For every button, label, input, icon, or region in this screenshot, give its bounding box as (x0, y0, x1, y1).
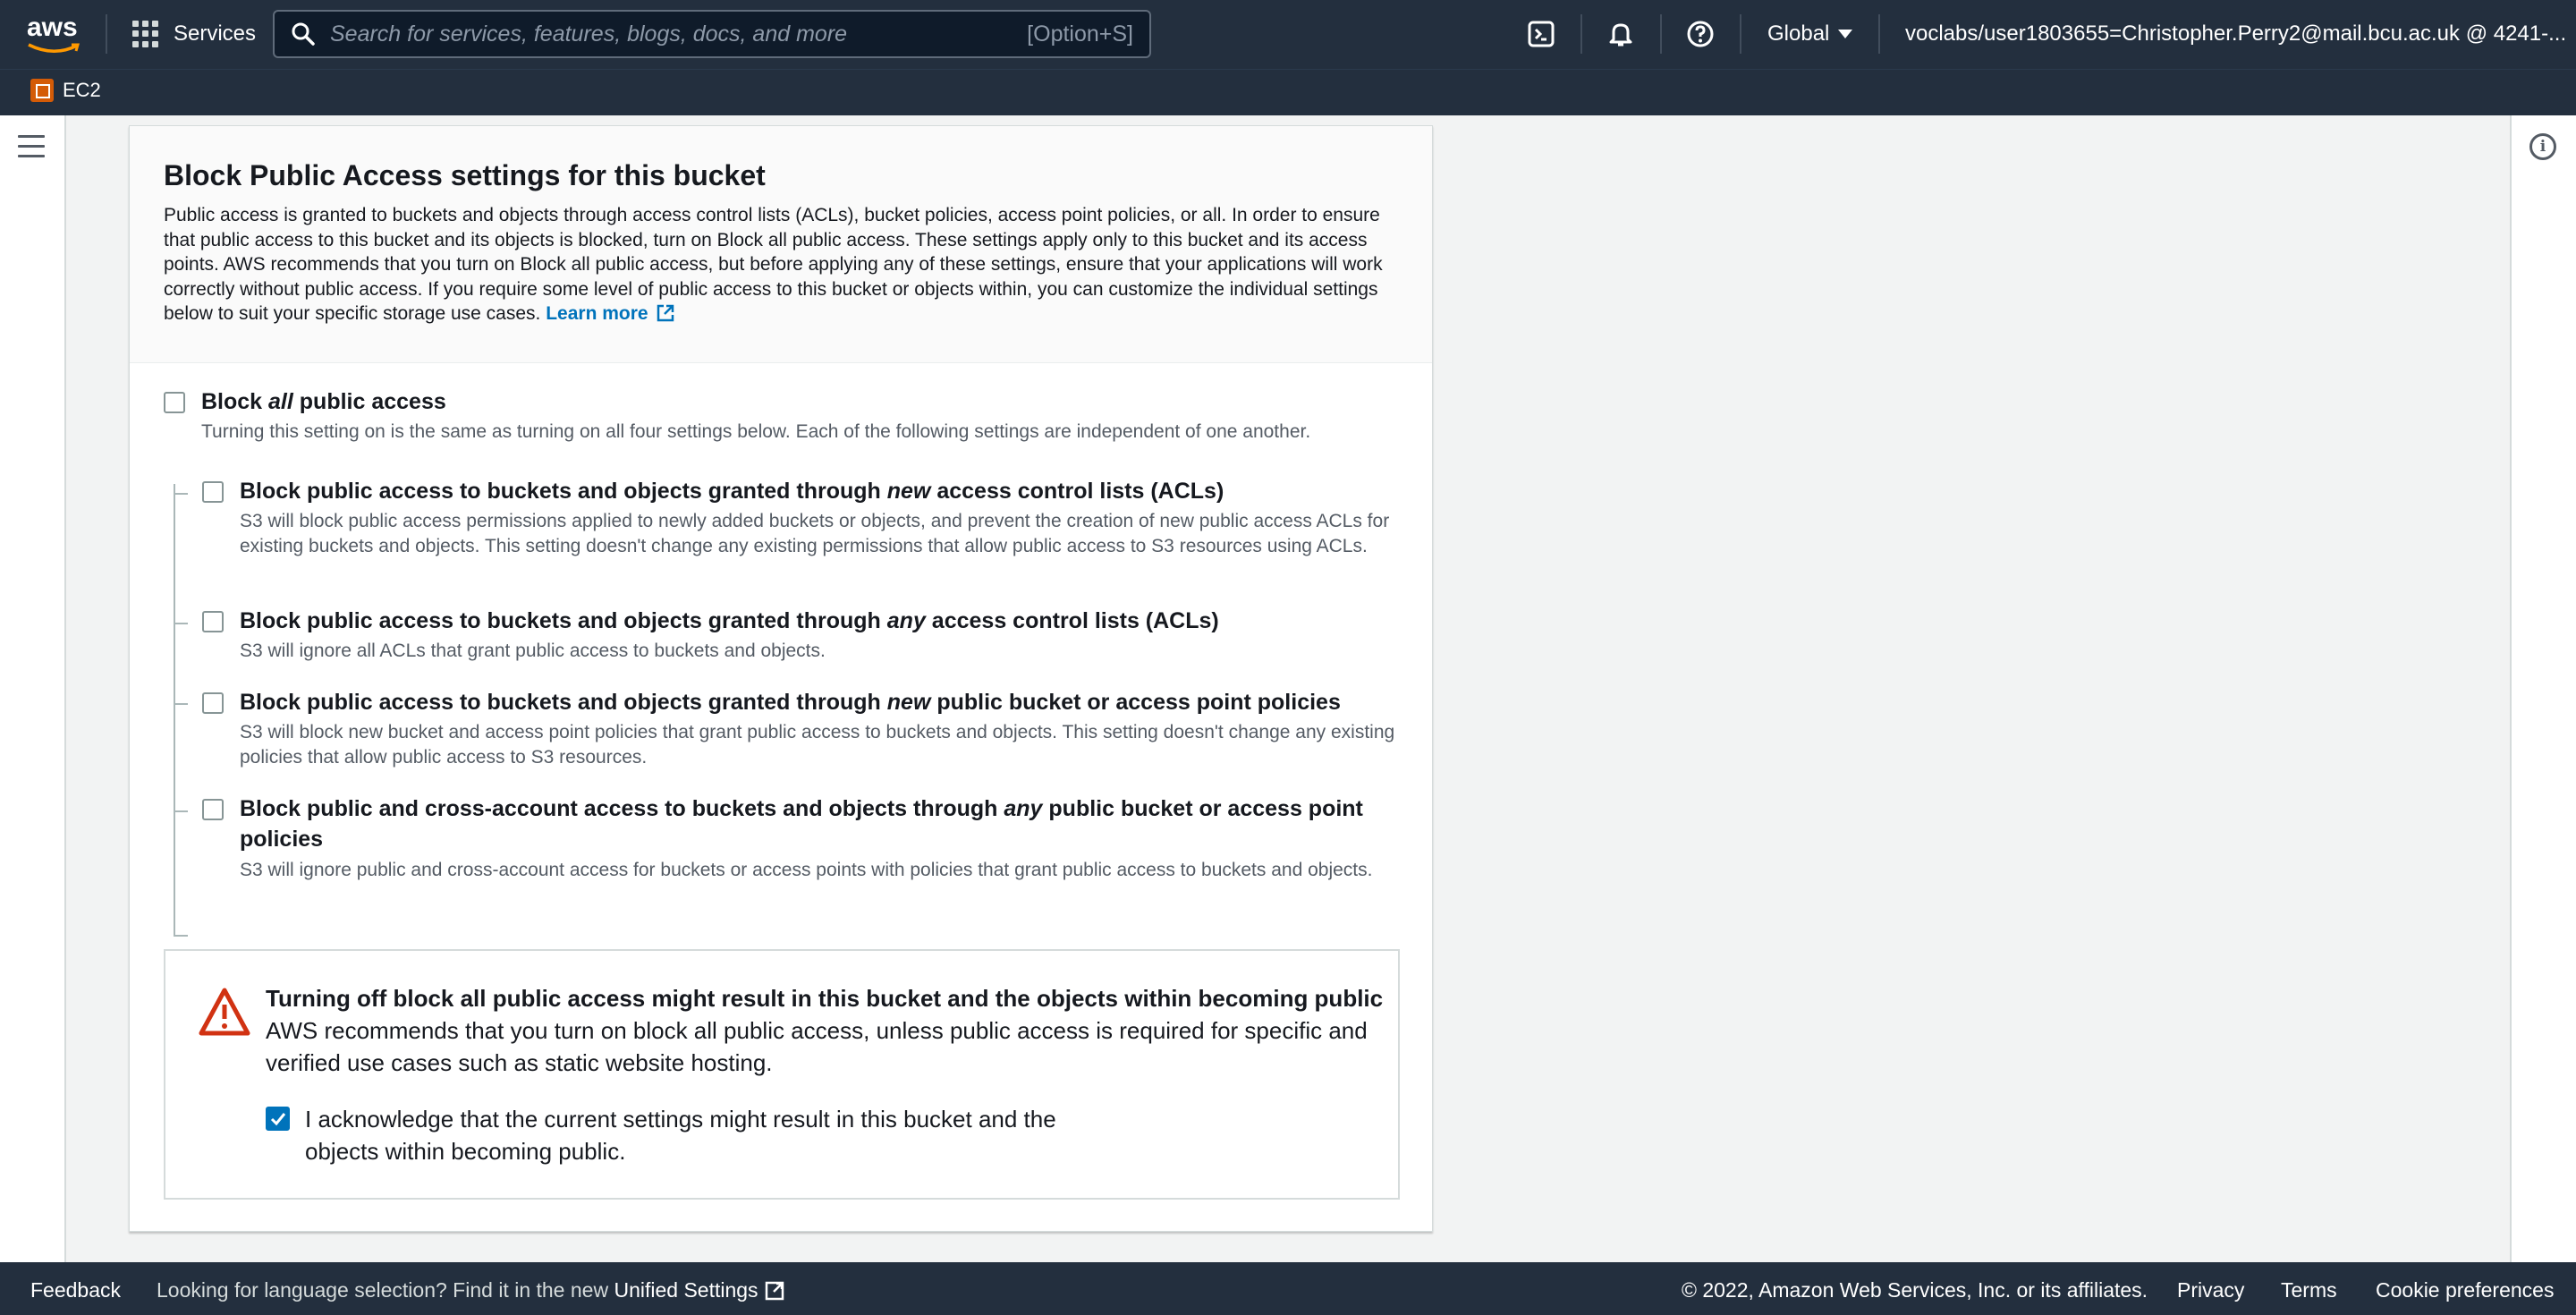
footer: Feedback Looking for language selection?… (0, 1262, 2576, 1315)
search-bar[interactable]: Search for services, features, blogs, do… (273, 10, 1151, 58)
block-all-checkbox[interactable] (164, 392, 185, 413)
panel-description: Public access is granted to buckets and … (164, 203, 1398, 327)
nav-separator (1740, 14, 1741, 54)
account-label: voclabs/user1803655=Christopher.Perry2@m… (1905, 21, 2567, 46)
learn-more-link[interactable]: Learn more (546, 303, 674, 324)
external-link-icon (657, 304, 674, 322)
tree-line (174, 703, 188, 705)
acknowledge-checkbox[interactable] (266, 1107, 290, 1131)
right-rail: i (2510, 115, 2576, 1262)
ec2-label: EC2 (63, 79, 101, 101)
public-access-warning: Turning off block all public access migh… (164, 949, 1400, 1200)
help-icon (1687, 21, 1714, 47)
block-any-acls-title: Block public access to buckets and objec… (240, 608, 1219, 633)
block-new-acls-checkbox[interactable] (202, 481, 224, 503)
block-any-acls-description: S3 will ignore all ACLs that grant publi… (240, 641, 826, 661)
cookie-preferences-link[interactable]: Cookie preferences (2376, 1278, 2554, 1302)
menu-icon[interactable] (18, 135, 45, 158)
warning-title: Turning off block all public access migh… (266, 985, 1384, 1012)
service-favorites-bar: EC2 (0, 69, 2576, 115)
tree-line (174, 493, 188, 495)
caret-down-icon (1838, 30, 1853, 38)
copyright: © 2022, Amazon Web Services, Inc. or its… (1682, 1278, 2148, 1302)
tree-line (174, 810, 188, 812)
block-any-policies-title: Block public and cross-account access to… (240, 796, 1363, 852)
unified-settings-link[interactable]: Unified Settings (614, 1278, 784, 1302)
services-label: Services (174, 21, 257, 46)
block-new-policies-checkbox[interactable] (202, 692, 224, 714)
info-icon[interactable]: i (2529, 133, 2556, 160)
nav-separator (1580, 14, 1582, 54)
warning-description: AWS recommends that you turn on block al… (266, 1017, 1368, 1076)
services-grid-icon (132, 21, 159, 47)
bell-icon (1609, 23, 1632, 47)
feedback-link[interactable]: Feedback (30, 1278, 121, 1302)
panel-description-text: Public access is granted to buckets and … (164, 205, 1383, 324)
terms-link[interactable]: Terms (2281, 1278, 2337, 1302)
warning-icon (199, 988, 250, 1036)
block-public-access-panel: Block Public Access settings for this bu… (129, 125, 1433, 1232)
privacy-link[interactable]: Privacy (2177, 1278, 2244, 1302)
block-new-acls-title: Block public access to buckets and objec… (240, 479, 1224, 504)
tree-line (174, 935, 188, 937)
acknowledge-label: I acknowledge that the current settings … (305, 1106, 1056, 1165)
external-link-icon (765, 1281, 784, 1301)
nav-separator (1660, 14, 1662, 54)
block-all-description: Turning this setting on is the same as t… (201, 421, 1311, 442)
notifications-button[interactable] (1605, 18, 1637, 50)
block-new-policies-title: Block public access to buckets and objec… (240, 690, 1341, 715)
help-button[interactable] (1684, 18, 1716, 50)
search-input[interactable]: Search for services, features, blogs, do… (330, 21, 1027, 47)
aws-logo[interactable]: aws (27, 14, 82, 54)
left-rail (0, 115, 66, 1262)
services-menu-button[interactable]: Services (132, 20, 256, 48)
block-any-policies-checkbox[interactable] (202, 799, 224, 820)
account-menu[interactable]: voclabs/user1803655=Christopher.Perry2@m… (1905, 21, 2576, 47)
top-navigation: aws Services Search for services, featur… (0, 0, 2576, 69)
block-new-acls-description: S3 will block public access permissions … (240, 511, 1390, 556)
search-shortcut: [Option+S] (1027, 21, 1133, 47)
panel-title: Block Public Access settings for this bu… (164, 159, 766, 191)
language-hint: Looking for language selection? Find it … (157, 1278, 785, 1302)
cloudshell-icon (1528, 21, 1555, 47)
tree-line (174, 484, 175, 937)
aws-logo-text: aws (27, 13, 78, 42)
region-selector[interactable]: Global (1767, 21, 1853, 47)
block-any-policies-description: S3 will ignore public and cross-account … (240, 860, 1373, 880)
cloudshell-button[interactable] (1525, 18, 1557, 50)
block-new-policies-description: S3 will block new bucket and access poin… (240, 722, 1395, 768)
region-label: Global (1767, 21, 1830, 46)
aws-smile-icon (28, 43, 80, 53)
panel-header: Block Public Access settings for this bu… (130, 126, 1432, 363)
nav-separator (1878, 14, 1880, 54)
tree-line (174, 623, 188, 624)
block-all-title: Block all public access (201, 389, 446, 414)
checkmark-icon (270, 1112, 285, 1125)
ec2-icon (30, 79, 54, 102)
nav-separator (106, 14, 107, 54)
block-any-acls-checkbox[interactable] (202, 611, 224, 632)
search-icon (292, 22, 315, 46)
ec2-shortcut[interactable]: EC2 (30, 79, 101, 102)
